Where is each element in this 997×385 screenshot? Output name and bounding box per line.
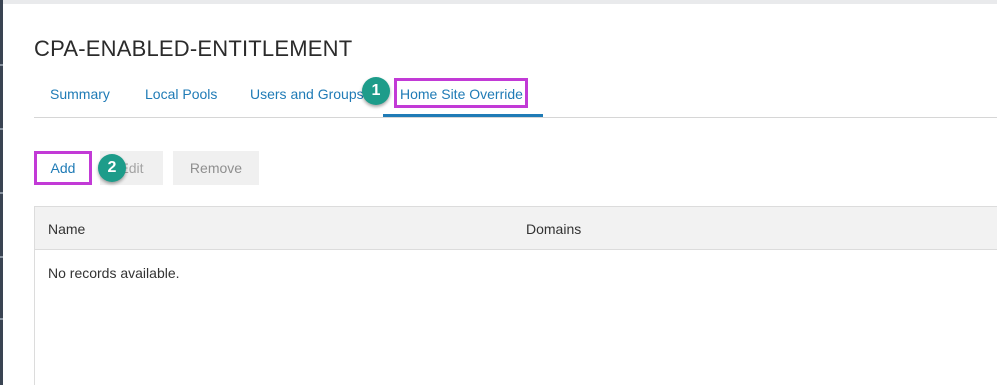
page-title: CPA-ENABLED-ENTITLEMENT bbox=[34, 36, 353, 61]
callout-highlight-box bbox=[394, 78, 528, 108]
tab-local-pools[interactable]: Local Pools bbox=[145, 86, 217, 102]
records-grid: Name Domains No records available. bbox=[34, 206, 997, 385]
column-header-name[interactable]: Name bbox=[48, 221, 85, 237]
left-nav-divider bbox=[0, 192, 3, 194]
grid-header: Name Domains bbox=[35, 207, 997, 250]
left-nav-divider bbox=[0, 256, 3, 258]
left-nav-divider bbox=[0, 128, 3, 130]
active-tab-indicator bbox=[383, 114, 543, 117]
top-strip bbox=[0, 0, 997, 4]
step-marker-1: 1 bbox=[362, 77, 390, 105]
tab-bar: Summary Local Pools Users and Groups Hom… bbox=[34, 76, 997, 118]
empty-state-message: No records available. bbox=[48, 265, 180, 281]
left-nav-divider bbox=[0, 64, 3, 66]
tab-summary[interactable]: Summary bbox=[50, 86, 110, 102]
step-marker-2: 2 bbox=[98, 154, 126, 182]
tab-users-and-groups[interactable]: Users and Groups bbox=[250, 86, 364, 102]
column-header-domains[interactable]: Domains bbox=[526, 221, 581, 237]
remove-button[interactable]: Remove bbox=[173, 151, 259, 185]
left-nav-divider bbox=[0, 318, 3, 320]
add-button[interactable]: Add bbox=[34, 151, 92, 185]
